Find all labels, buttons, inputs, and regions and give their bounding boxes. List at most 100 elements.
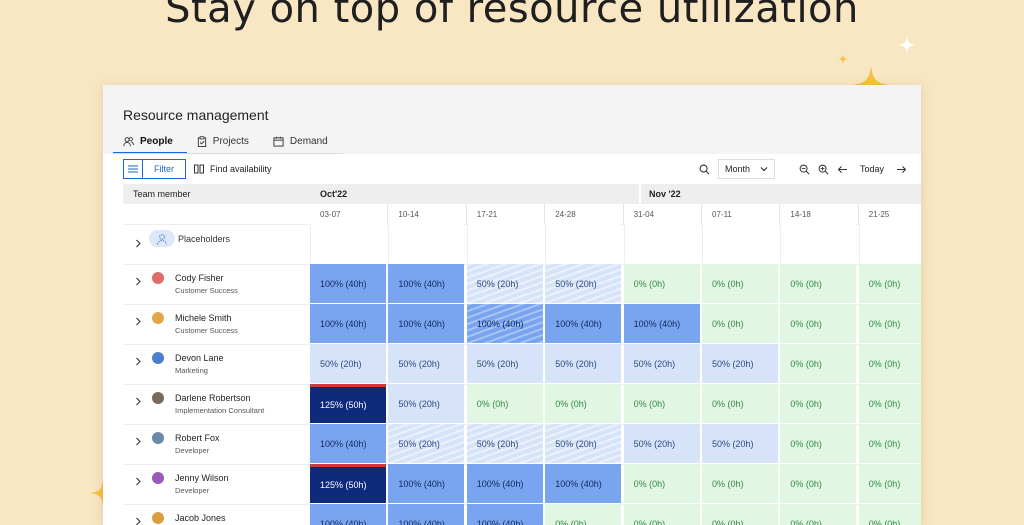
member-name: Cody Fisher [175, 273, 224, 283]
team-member-row[interactable]: Michele Smith Customer Success 100% (40h) 1… [123, 304, 921, 345]
team-member-row[interactable]: Jenny Wilson Developer 125% (50h) 100% (40h… [123, 464, 921, 505]
find-availability-label: Find availability [210, 164, 272, 174]
allocation-cell[interactable]: 0% (0h) [780, 464, 857, 503]
allocation-cell[interactable]: 50% (20h) [702, 424, 778, 463]
allocation-cell[interactable]: 0% (0h) [623, 384, 700, 423]
member-role: Customer Success [175, 326, 238, 335]
allocation-cell[interactable]: 100% (40h) [466, 504, 543, 525]
allocation-cell[interactable]: 50% (20h) [388, 384, 465, 423]
allocation-cell[interactable]: 0% (0h) [858, 424, 921, 463]
allocation-cell[interactable]: 100% (40h) [310, 264, 386, 303]
allocation-cell[interactable]: 100% (40h) [388, 304, 465, 343]
team-member-row[interactable]: Devon Lane Marketing 50% (20h) 50% (20h) 50%… [123, 344, 921, 385]
allocation-cell[interactable]: 0% (0h) [780, 304, 857, 343]
allocation-cell[interactable]: 50% (20h) [388, 424, 465, 463]
allocation-cell[interactable]: 50% (20h) [466, 344, 543, 383]
tab-people[interactable]: People [113, 131, 187, 154]
member-role: Developer [175, 446, 210, 455]
allocation-cell[interactable]: 50% (20h) [466, 264, 543, 303]
avatar [152, 472, 164, 484]
team-member-info: Michele Smith Customer Success [123, 304, 310, 343]
team-member-row[interactable]: Cody Fisher Customer Success 100% (40h) 100… [123, 264, 921, 305]
allocation-cell[interactable]: 0% (0h) [858, 264, 921, 303]
chevron-right-icon[interactable] [135, 437, 142, 446]
chevron-right-icon[interactable] [135, 239, 142, 248]
allocation-cell[interactable]: 100% (40h) [388, 504, 465, 525]
allocation-cell[interactable]: 50% (20h) [623, 344, 700, 383]
tab-projects[interactable]: Projects [187, 131, 263, 154]
chevron-right-icon[interactable] [135, 277, 142, 286]
allocation-cell[interactable]: 0% (0h) [780, 504, 857, 525]
chevron-right-icon[interactable] [135, 477, 142, 486]
view-select[interactable]: Month [717, 159, 775, 179]
placeholder-cell [545, 224, 622, 263]
column-divider [701, 204, 702, 224]
team-member-info: Devon Lane Marketing [123, 344, 310, 383]
column-divider [857, 204, 859, 224]
arrow-left-icon[interactable] [837, 165, 848, 174]
allocation-cell[interactable]: 0% (0h) [780, 424, 857, 463]
allocation-cell[interactable]: 0% (0h) [623, 264, 700, 303]
filter-button[interactable]: Filter [142, 159, 186, 179]
allocation-cell[interactable]: 0% (0h) [545, 384, 622, 423]
allocation-cell[interactable]: 0% (0h) [780, 344, 857, 383]
allocation-cell[interactable]: 0% (0h) [780, 384, 857, 423]
allocation-cell[interactable]: 100% (40h) [388, 264, 465, 303]
chevron-right-icon[interactable] [135, 397, 142, 406]
allocation-cell[interactable]: 0% (0h) [623, 504, 700, 525]
team-member-row[interactable]: Darlene Robertson Implementation Consulta… [123, 384, 921, 425]
allocation-cell[interactable]: 100% (40h) [545, 464, 622, 503]
allocation-cell[interactable]: 100% (40h) [545, 304, 622, 343]
allocation-cell[interactable]: 50% (20h) [702, 344, 778, 383]
allocation-cell[interactable]: 50% (20h) [545, 344, 622, 383]
allocation-cell[interactable]: 100% (40h) [310, 504, 386, 525]
allocation-cell[interactable]: 0% (0h) [858, 504, 921, 525]
allocation-cell[interactable]: 50% (20h) [623, 424, 700, 463]
allocation-cell[interactable]: 100% (40h) [388, 464, 465, 503]
allocation-cell[interactable]: 125% (50h) [310, 464, 386, 503]
allocation-cell[interactable]: 0% (0h) [623, 464, 700, 503]
allocation-cell[interactable]: 100% (40h) [310, 304, 386, 343]
allocation-cell[interactable]: 50% (20h) [310, 344, 386, 383]
allocation-cell[interactable]: 0% (0h) [545, 504, 622, 525]
chevron-right-icon[interactable] [135, 517, 142, 525]
allocation-cell[interactable]: 0% (0h) [702, 384, 778, 423]
month-divider [639, 184, 641, 204]
allocation-cell[interactable]: 0% (0h) [858, 464, 921, 503]
today-button[interactable]: Today [856, 164, 888, 174]
chevron-right-icon[interactable] [135, 317, 142, 326]
allocation-cell[interactable]: 0% (0h) [780, 264, 857, 303]
allocation-cell[interactable]: 50% (20h) [545, 264, 622, 303]
team-member-info: Jenny Wilson Developer [123, 464, 310, 503]
team-member-info: Cody Fisher Customer Success [123, 264, 310, 303]
allocation-cell[interactable]: 50% (20h) [466, 424, 543, 463]
allocation-cell[interactable]: 0% (0h) [702, 504, 778, 525]
week-header-row: 03-07 10-14 17-21 24-28 31-04 07-11 14-18 21-25 [123, 204, 921, 225]
allocation-cell[interactable]: 100% (40h) [466, 464, 543, 503]
allocation-cell[interactable]: 100% (40h) [310, 424, 386, 463]
allocation-cell[interactable]: 0% (0h) [858, 344, 921, 383]
zoom-out-icon[interactable] [799, 164, 810, 175]
arrow-right-icon[interactable] [896, 165, 907, 174]
allocation-cell[interactable]: 0% (0h) [858, 304, 921, 343]
allocation-cell[interactable]: 0% (0h) [466, 384, 543, 423]
find-availability-button[interactable]: Find availability [194, 159, 272, 179]
allocation-cell[interactable]: 50% (20h) [545, 424, 622, 463]
placeholder-cell [702, 224, 778, 263]
allocation-cell[interactable]: 100% (40h) [623, 304, 700, 343]
zoom-in-icon[interactable] [818, 164, 829, 175]
chevron-right-icon[interactable] [135, 357, 142, 366]
menu-button[interactable] [123, 159, 143, 179]
allocation-cell[interactable]: 0% (0h) [702, 464, 778, 503]
allocation-cell[interactable]: 100% (40h) [466, 304, 543, 343]
allocation-cell[interactable]: 0% (0h) [858, 384, 921, 423]
search-icon[interactable] [699, 164, 710, 175]
placeholders-row[interactable]: Placeholders [123, 224, 921, 265]
allocation-cell[interactable]: 0% (0h) [702, 304, 778, 343]
allocation-cell[interactable]: 125% (50h) [310, 384, 386, 423]
allocation-cell[interactable]: 50% (20h) [388, 344, 465, 383]
team-member-row[interactable]: Robert Fox Developer 100% (40h) 50% (20h) 50… [123, 424, 921, 465]
allocation-cell[interactable]: 0% (0h) [702, 264, 778, 303]
tab-demand[interactable]: Demand [263, 131, 342, 154]
team-member-row[interactable]: Jacob Jones 100% (40h) 100% (40h) 100% (40h… [123, 504, 921, 525]
